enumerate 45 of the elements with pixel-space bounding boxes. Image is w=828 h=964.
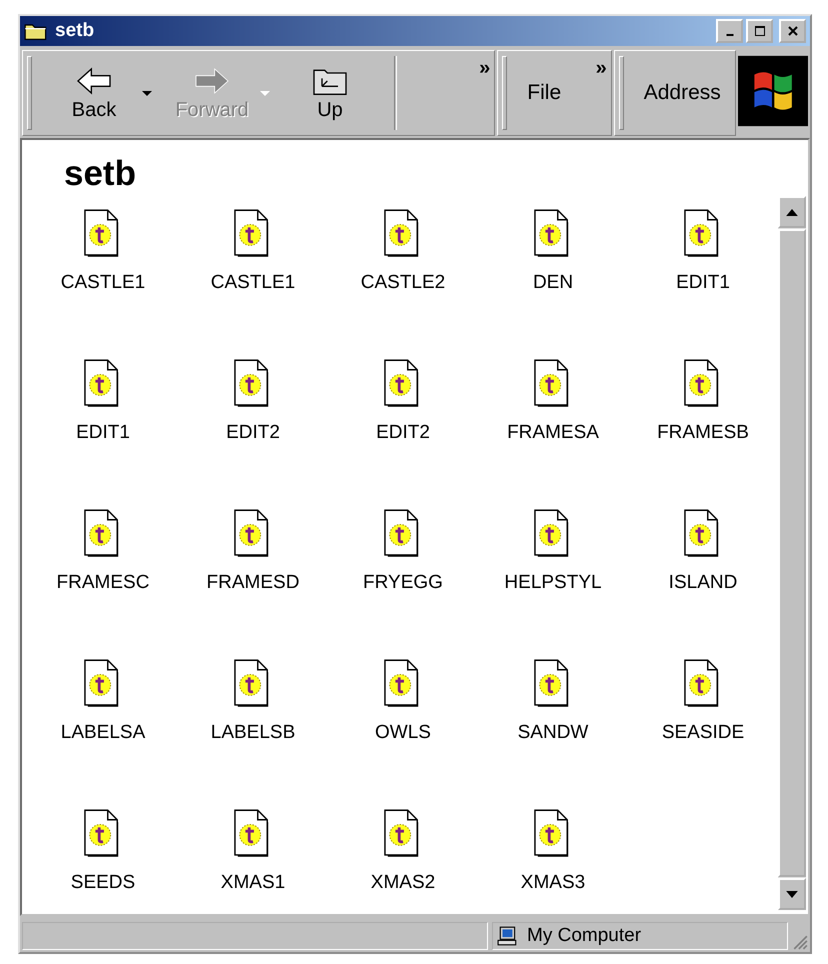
zone-label: My Computer <box>527 925 642 947</box>
toolbar-button[interactable]: Up <box>276 60 384 126</box>
dropdown-caret-icon[interactable] <box>142 90 152 96</box>
close-button[interactable] <box>779 19 806 43</box>
chevron-button[interactable]: » <box>479 57 490 80</box>
file-item[interactable]: FRAMESA <box>478 358 628 508</box>
folder-title: setb <box>64 154 137 194</box>
file-item[interactable]: XMAS2 <box>328 808 478 914</box>
computer-icon <box>497 926 519 946</box>
file-item[interactable]: ISLAND <box>628 508 778 658</box>
file-item[interactable]: CASTLE1 <box>178 208 328 358</box>
down-arrow-icon <box>786 890 798 898</box>
window-title: setb <box>55 20 94 42</box>
chevron-button[interactable]: » <box>596 57 607 80</box>
maximize-button[interactable] <box>746 19 773 43</box>
file-item[interactable]: OWLS <box>328 658 478 808</box>
close-icon <box>786 25 798 37</box>
minimize-button[interactable] <box>716 19 743 43</box>
file-item[interactable]: XMAS1 <box>178 808 328 914</box>
file-item[interactable]: LABELSB <box>178 658 328 808</box>
file-item[interactable]: FRAMESD <box>178 508 328 658</box>
file-item[interactable]: EDIT2 <box>178 358 328 508</box>
file-item[interactable]: EDIT2 <box>328 358 478 508</box>
file-item[interactable]: XMAS3 <box>478 808 628 914</box>
file-item[interactable]: CASTLE1 <box>28 208 178 358</box>
resize-grip-icon <box>792 934 808 950</box>
file-item[interactable]: SEASIDE <box>628 658 778 808</box>
file-item[interactable]: CASTLE2 <box>328 208 478 358</box>
file-item[interactable]: SEEDS <box>28 808 178 914</box>
up-arrow-icon <box>786 208 798 216</box>
file-item[interactable]: EDIT1 <box>628 208 778 358</box>
file-item[interactable]: DEN <box>478 208 628 358</box>
file-item[interactable]: LABELSA <box>28 658 178 808</box>
vertical-scrollbar[interactable] <box>778 196 806 910</box>
file-item[interactable]: SANDW <box>478 658 628 808</box>
toolbar-button[interactable]: Back <box>40 60 148 126</box>
file-item[interactable]: FRAMESC <box>28 508 178 658</box>
file-item[interactable]: EDIT1 <box>28 358 178 508</box>
file-item[interactable]: FRYEGG <box>328 508 478 658</box>
file-item[interactable]: HELPSTYL <box>478 508 628 658</box>
minimize-icon <box>726 34 734 36</box>
file-menu[interactable]: File <box>523 81 566 105</box>
address-label: Address <box>642 81 722 105</box>
file-item[interactable]: FRAMESB <box>628 358 778 508</box>
maximize-icon <box>754 25 766 37</box>
